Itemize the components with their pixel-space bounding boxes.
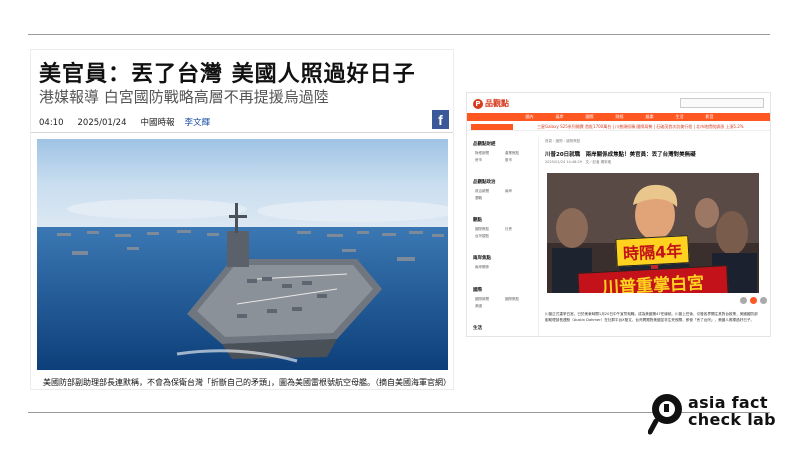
breadcrumb[interactable]: 首頁 › 國際 › 國際焦點 (545, 139, 580, 144)
news-ticker: 三星Galaxy S25系列開賣 首批1700萬台 | 川普頭銜稱 國際局勢 |… (467, 123, 770, 131)
site-header: P 品觀點 ⚲ (467, 93, 770, 113)
article-date: 2025/01/24 14:48:29 文／記者 楊采瑤 (545, 160, 612, 164)
sidebar-section-title[interactable]: 觀點 (473, 217, 482, 223)
article-author[interactable]: 李文輝 (185, 118, 211, 128)
site-search-input[interactable]: ⚲ (680, 97, 770, 108)
sidebar-link[interactable]: 房市 (475, 158, 482, 163)
page-title: 川普20日就職 兩岸關係成焦點！美官員：丟了台灣對美無礙 (545, 152, 696, 158)
meta-divider (31, 132, 453, 133)
sidebar-section-title[interactable]: 生活 (473, 325, 482, 331)
ticker-label (471, 124, 513, 130)
nav-item[interactable]: 財經 (616, 113, 624, 121)
sidebar-link[interactable]: 國際新聞 (475, 297, 489, 302)
sidebar-link[interactable]: 國際焦點 (505, 297, 519, 302)
sidebar-link[interactable]: 台灣觀點 (475, 234, 489, 239)
article-source: 中國時報 (140, 118, 175, 128)
top-divider (28, 34, 770, 35)
afcl-line2: check lab (688, 410, 776, 429)
site-name: 品觀點 (485, 99, 509, 108)
magnifier-icon (648, 394, 682, 435)
article-headline: 美官員：丟了台灣 美國人照過好日子 (39, 62, 416, 87)
nav-item[interactable]: 娛樂 (646, 113, 654, 121)
sidebar-section-title[interactable]: 國際 (473, 287, 482, 293)
website-screenshot: P 品觀點 ⚲ 國內 兩岸 國際 財經 娛樂 生活 影音 三星Galaxy S2… (466, 92, 771, 337)
trump-thumbnail: 時隔4年 川普重掌白宮 (547, 173, 759, 293)
nav-item[interactable]: 生活 (676, 113, 684, 121)
nav-item[interactable]: 國際 (586, 113, 594, 121)
site-logo[interactable]: P 品觀點 (473, 98, 509, 109)
article-body: 川普正式重掌白宮，已於美東時間1月20日中午宣誓就職，成為美國第47任總統。川普… (545, 312, 758, 322)
thumbnail-caption-line1: 時隔4年 (615, 235, 691, 267)
font-size-icon[interactable] (750, 297, 757, 304)
article-main: 首頁 › 國際 › 國際焦點 川普20日就職 兩岸關係成焦點！美官員：丟了台灣對… (545, 133, 767, 336)
sidebar-link[interactable]: 財經新聞 (475, 151, 489, 156)
afcl-wordmark: asia fact check lab (688, 394, 776, 428)
site-nav-bar: 國內 兩岸 國際 財經 娛樂 生活 影音 (467, 113, 770, 121)
nav-item[interactable]: 兩岸 (556, 113, 564, 121)
sidebar-link[interactable]: 國際焦點 (475, 227, 489, 232)
site-logo-icon: P (473, 98, 483, 109)
share-icon[interactable] (740, 297, 747, 304)
sidebar-link[interactable]: 社會 (505, 227, 512, 232)
nav-item[interactable]: 國內 (526, 113, 534, 121)
site-sidebar: 品觀點財經 財經新聞 產業焦點 房市 股市 品觀點政治 政治新聞 兩岸 選戰 觀… (467, 137, 539, 336)
sidebar-link[interactable]: 兩岸 (505, 189, 512, 194)
share-buttons (740, 297, 767, 304)
afcl-logo: asia fact check lab (648, 390, 788, 438)
afcl-line1: asia fact (688, 393, 768, 412)
article-subheadline: 港媒報導 白宮國防戰略高層不再提援烏過陸 (39, 88, 329, 106)
sidebar-section-title[interactable]: 品觀點財經 (473, 141, 496, 147)
photo-caption: 美國防部副助理部長連默稱，不會為保衛台灣「折斷自己的矛頭」，圖為美國雷根號航空母… (43, 378, 451, 387)
facebook-icon[interactable]: f (432, 110, 449, 129)
aircraft-carrier-photo (37, 139, 448, 370)
article-time: 04:10 (39, 118, 64, 128)
thumbnail-caption-line2: 川普重掌白宮 (577, 265, 729, 293)
sidebar-section-title[interactable]: 品觀點政治 (473, 179, 496, 185)
sidebar-link[interactable]: 產業焦點 (505, 151, 519, 156)
article-screenshot: 美官員：丟了台灣 美國人照過好日子 港媒報導 白宮國防戰略高層不再提援烏過陸 0… (30, 49, 454, 390)
sidebar-section-title[interactable]: 兩岸焦點 (473, 255, 491, 261)
nav-item[interactable]: 影音 (706, 113, 714, 121)
thumbnail-caption: 時隔4年 川普重掌白宮 (547, 235, 759, 293)
sidebar-link[interactable]: 股市 (505, 158, 512, 163)
search-icon[interactable]: ⚲ (769, 97, 770, 107)
sidebar-link[interactable]: 選戰 (475, 196, 482, 201)
article-meta: 04:10 2025/01/24 中國時報 李文輝 (39, 116, 224, 128)
article-date: 2025/01/24 (77, 118, 127, 128)
sidebar-link[interactable]: 美國 (475, 304, 482, 309)
ticker-text[interactable]: 三星Galaxy S25系列開賣 首批1700萬台 | 川普頭銜稱 國際局勢 |… (537, 124, 744, 130)
sidebar-link[interactable]: 政治新聞 (475, 189, 489, 194)
bookmark-icon[interactable] (760, 297, 767, 304)
sidebar-link[interactable]: 兩岸關係 (475, 265, 489, 270)
